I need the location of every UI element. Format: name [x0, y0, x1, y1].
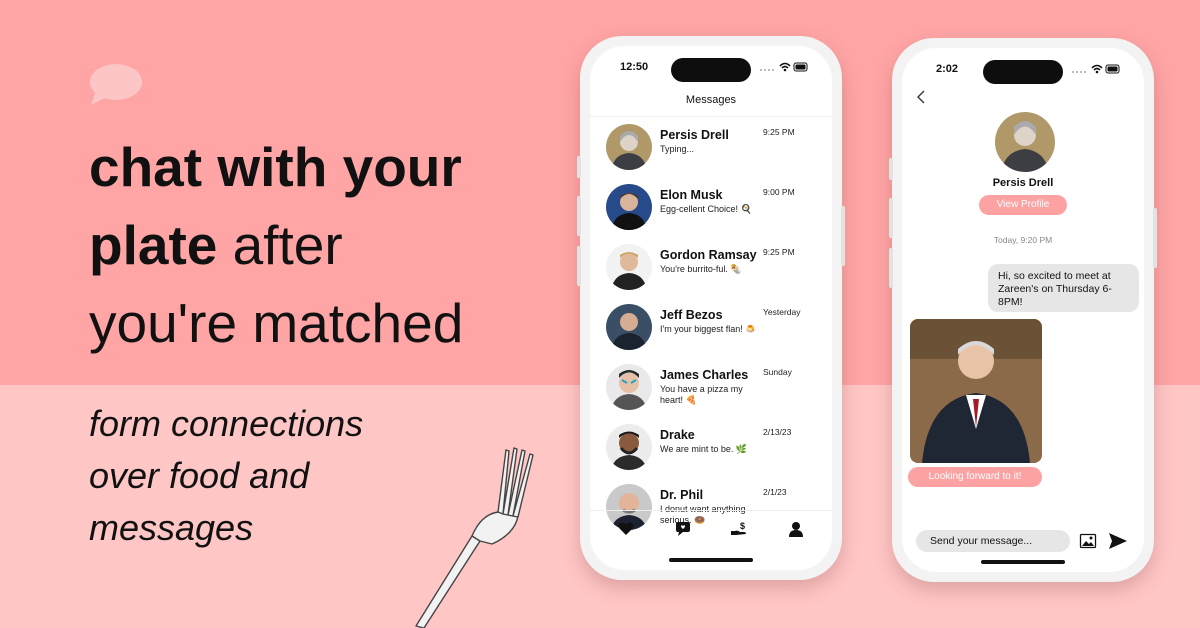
phone-screen: 2:02 Persis Drell View Profile Today, 9:…: [902, 48, 1144, 572]
message-timestamp: Sunday: [763, 367, 792, 377]
fork-illustration: [415, 447, 534, 628]
chat-bubble-icon: [90, 64, 142, 105]
view-profile-button[interactable]: View Profile: [979, 195, 1067, 215]
phone-side-button: [577, 196, 581, 236]
contact-name: Elon Musk: [660, 188, 723, 202]
divider: [590, 116, 832, 117]
conversation-item[interactable]: Drake We are mint to be. 🌿 2/13/23: [606, 424, 820, 476]
profile-icon[interactable]: [786, 520, 806, 538]
phone-side-button: [577, 156, 581, 178]
headline: chat with your plate after you're matche…: [89, 128, 549, 362]
phone-chat-detail: 2:02 Persis Drell View Profile Today, 9:…: [889, 38, 1157, 582]
headline-line-3: you're matched: [89, 292, 464, 354]
image-attach-icon[interactable]: [1079, 532, 1097, 550]
incoming-message-bubble: Hi, so excited to meet at Zareen's on Th…: [988, 264, 1139, 312]
message-snippet: I'm your biggest flan! 🍮: [660, 324, 757, 334]
message-snippet: You have a pizza my heart! 🍕: [660, 384, 743, 405]
status-icons: [1072, 64, 1120, 74]
heart-icon[interactable]: [616, 520, 636, 538]
message-timestamp: 2/1/23: [763, 487, 787, 497]
contact-name: Gordon Ramsay: [660, 248, 757, 262]
headline-line-2-bold: plate: [89, 214, 218, 276]
contact-name: Persis Drell: [660, 128, 729, 142]
avatar: [606, 124, 652, 170]
send-icon[interactable]: [1108, 532, 1128, 550]
dynamic-island: [671, 58, 751, 82]
message-timestamp: Yesterday: [763, 307, 801, 317]
dynamic-island: [983, 60, 1063, 84]
status-icons: [760, 62, 808, 72]
conversation-item[interactable]: Gordon Ramsay You're burrito-ful. 🌯 9:25…: [606, 244, 820, 296]
avatar: [606, 244, 652, 290]
message-timestamp: 9:25 PM: [763, 247, 795, 257]
chat-icon[interactable]: [673, 520, 693, 538]
back-chevron-icon[interactable]: [916, 90, 926, 104]
conversation-item[interactable]: James Charles You have a pizza my heart!…: [606, 364, 820, 416]
phone-side-button: [1153, 208, 1157, 268]
outgoing-message-bubble: Looking forward to it!: [908, 467, 1042, 487]
phone-side-button: [841, 206, 845, 266]
profile-name: Persis Drell: [992, 177, 1054, 189]
svg-text:$: $: [740, 521, 745, 531]
phone-side-button: [577, 246, 581, 286]
message-snippet: We are mint to be. 🌿: [660, 444, 748, 454]
phone-screen: 12:50 Messages Persis Drell Typing... 9:…: [590, 46, 832, 570]
phone-side-button: [889, 158, 893, 180]
phone-messages-list: 12:50 Messages Persis Drell Typing... 9:…: [577, 36, 845, 580]
message-snippet: Typing...: [660, 144, 695, 154]
profile-avatar[interactable]: [995, 112, 1055, 172]
message-snippet: Egg-cellent Choice! 🍳: [660, 204, 752, 214]
conversation-item[interactable]: Jeff Bezos I'm your biggest flan! 🍮 Yest…: [606, 304, 820, 356]
contact-name: James Charles: [660, 368, 749, 382]
phone-side-button: [889, 248, 893, 288]
status-time: 2:02: [936, 63, 959, 75]
avatar: [606, 364, 652, 410]
avatar: [606, 424, 652, 470]
phone-side-button: [889, 198, 893, 238]
conversation-item[interactable]: Persis Drell Typing... 9:25 PM: [606, 124, 820, 176]
avatar: [606, 184, 652, 230]
headline-line-2-light: after: [217, 214, 343, 276]
avatar: [606, 304, 652, 350]
shared-photo[interactable]: [910, 319, 1042, 463]
donate-icon[interactable]: $: [729, 520, 749, 538]
conversation-item[interactable]: Elon Musk Egg-cellent Choice! 🍳 9:00 PM: [606, 184, 820, 236]
message-input[interactable]: Send your message...: [916, 530, 1070, 552]
screen-title: Messages: [685, 94, 737, 106]
status-time: 12:50: [620, 61, 649, 73]
contact-name: Drake: [660, 428, 695, 442]
contact-name: Dr. Phil: [660, 488, 704, 502]
headline-line-1: chat with your: [89, 136, 462, 198]
home-indicator[interactable]: [669, 558, 753, 562]
message-timestamp: 9:25 PM: [763, 127, 795, 137]
message-snippet: You're burrito-ful. 🌯: [660, 264, 742, 274]
contact-name: Jeff Bezos: [660, 308, 723, 322]
message-timestamp: 2/13/23: [763, 427, 792, 437]
message-timestamp: 9:00 PM: [763, 187, 795, 197]
tab-bar: $: [590, 510, 832, 546]
message-day-stamp: Today, 9:20 PM: [993, 235, 1053, 245]
home-indicator[interactable]: [981, 560, 1065, 564]
